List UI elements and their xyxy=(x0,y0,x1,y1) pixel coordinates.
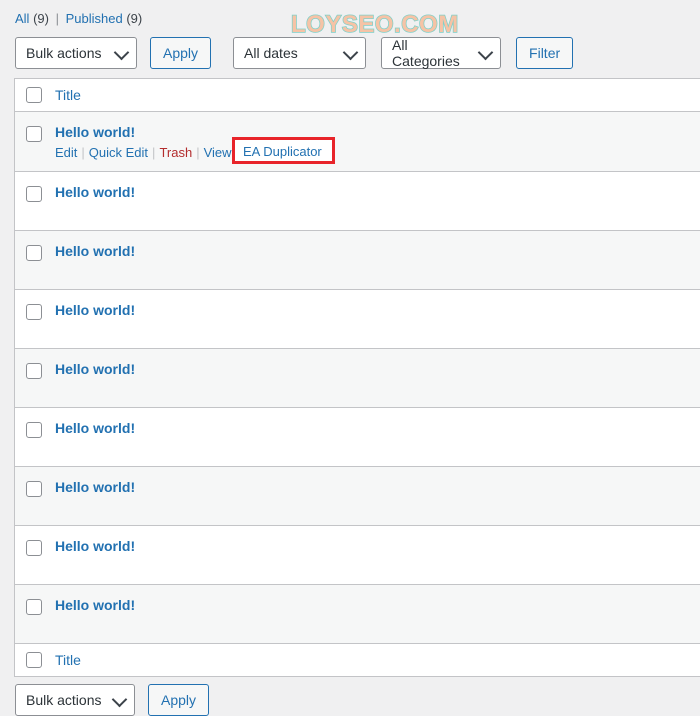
apply-button[interactable]: Apply xyxy=(150,37,212,69)
row-action-trash[interactable]: Trash xyxy=(159,145,192,160)
dates-filter-select[interactable]: All dates xyxy=(233,37,367,69)
action-separator: | xyxy=(81,145,85,160)
dates-filter-value: All dates xyxy=(244,45,298,61)
table-footer-row: Title xyxy=(15,644,700,677)
row-checkbox[interactable] xyxy=(26,186,42,202)
apply-button-bottom[interactable]: Apply xyxy=(148,684,210,716)
categories-filter-select[interactable]: All Categories xyxy=(381,37,502,69)
chevron-down-icon xyxy=(477,44,494,61)
row-checkbox[interactable] xyxy=(26,304,42,320)
row-title-cell: Hello world! xyxy=(53,349,700,377)
categories-filter-value: All Categories xyxy=(392,37,460,69)
row-title-cell: Hello world! xyxy=(53,585,700,613)
row-checkbox[interactable] xyxy=(26,363,42,379)
post-status-links: All (9) | Published (9) xyxy=(15,11,142,26)
bulk-actions-select-bottom[interactable]: Bulk actions xyxy=(15,684,135,716)
chevron-down-icon xyxy=(113,44,130,61)
chevron-down-icon xyxy=(111,691,128,708)
row-checkbox-cell xyxy=(15,408,53,438)
column-footer-title-cell: Title xyxy=(53,652,700,668)
row-checkbox[interactable] xyxy=(26,126,42,142)
row-checkbox-cell xyxy=(15,290,53,320)
table-row: Hello world! xyxy=(15,408,700,467)
bulk-actions-select[interactable]: Bulk actions xyxy=(15,37,137,69)
row-checkbox-cell xyxy=(15,585,53,615)
table-row: Hello world! xyxy=(15,526,700,585)
select-all-cell xyxy=(15,652,53,668)
table-row: Hello world! Edit | Quick Edit | Trash | View … xyxy=(15,112,700,172)
post-title-link[interactable]: Hello world! xyxy=(55,361,135,377)
chevron-down-icon xyxy=(342,44,359,61)
column-header-title[interactable]: Title xyxy=(55,87,81,103)
action-separator: | xyxy=(152,145,156,160)
row-checkbox-cell xyxy=(15,172,53,202)
table-row: Hello world! xyxy=(15,172,700,231)
table-row: Hello world! xyxy=(15,349,700,408)
row-checkbox-cell xyxy=(15,112,53,142)
row-checkbox[interactable] xyxy=(26,245,42,261)
post-title-link[interactable]: Hello world! xyxy=(55,420,135,436)
row-checkbox[interactable] xyxy=(26,599,42,615)
row-checkbox-cell xyxy=(15,526,53,556)
row-action-view[interactable]: View xyxy=(204,145,232,160)
row-title-cell: Hello world! xyxy=(53,172,700,200)
table-row: Hello world! xyxy=(15,290,700,349)
post-title-link[interactable]: Hello world! xyxy=(55,538,135,554)
action-separator: | xyxy=(196,145,200,160)
row-checkbox-cell xyxy=(15,467,53,497)
ea-duplicator-highlight-box: EA Duplicator xyxy=(232,137,335,164)
row-action-ea-duplicator[interactable]: EA Duplicator xyxy=(243,144,322,159)
status-separator: | xyxy=(55,11,59,26)
table-row: Hello world! xyxy=(15,585,700,644)
row-checkbox-cell xyxy=(15,349,53,379)
row-checkbox[interactable] xyxy=(26,540,42,556)
row-checkbox[interactable] xyxy=(26,481,42,497)
row-action-edit[interactable]: Edit xyxy=(55,145,77,160)
post-title-link[interactable]: Hello world! xyxy=(55,597,135,613)
row-checkbox-cell xyxy=(15,231,53,261)
post-title-link[interactable]: Hello world! xyxy=(55,124,135,140)
status-count-published: (9) xyxy=(126,11,143,26)
column-footer-title[interactable]: Title xyxy=(55,652,81,668)
table-row: Hello world! xyxy=(15,467,700,526)
select-all-cell xyxy=(15,87,53,103)
post-title-link[interactable]: Hello world! xyxy=(55,184,135,200)
row-title-cell: Hello world! xyxy=(53,526,700,554)
bulk-actions-value-bottom: Bulk actions xyxy=(26,692,102,708)
filter-button[interactable]: Filter xyxy=(516,37,574,69)
post-title-link[interactable]: Hello world! xyxy=(55,479,135,495)
post-title-link[interactable]: Hello world! xyxy=(55,243,135,259)
post-title-link[interactable]: Hello world! xyxy=(55,302,135,318)
row-actions: Edit | Quick Edit | Trash | View EA Duplicator xyxy=(55,137,700,164)
status-link-all[interactable]: All xyxy=(15,11,29,26)
watermark-loyseo: LOYSEO.COM xyxy=(290,10,459,39)
table-row: Hello world! xyxy=(15,231,700,290)
status-count-all: (9) xyxy=(33,11,49,26)
row-title-cell: Hello world! xyxy=(53,290,700,318)
row-action-quick-edit[interactable]: Quick Edit xyxy=(89,145,148,160)
tablenav-bottom: Bulk actions Apply xyxy=(15,684,210,716)
table-header-row: Title xyxy=(15,79,700,112)
bulk-actions-value: Bulk actions xyxy=(26,45,102,61)
row-checkbox[interactable] xyxy=(26,422,42,438)
posts-list-table: Title Hello world! Edit | Quick Edit | Trash… xyxy=(14,78,700,677)
row-title-cell: Hello world! Edit | Quick Edit | Trash | View … xyxy=(53,112,700,164)
column-header-title-cell: Title xyxy=(53,87,700,103)
row-title-cell: Hello world! xyxy=(53,467,700,495)
select-all-checkbox-top[interactable] xyxy=(26,87,42,103)
status-link-published[interactable]: Published xyxy=(66,11,123,26)
tablenav-top: Bulk actions Apply All dates All Categor… xyxy=(15,37,574,69)
select-all-checkbox-bottom[interactable] xyxy=(26,652,42,668)
row-title-cell: Hello world! xyxy=(53,231,700,259)
row-title-cell: Hello world! xyxy=(53,408,700,436)
